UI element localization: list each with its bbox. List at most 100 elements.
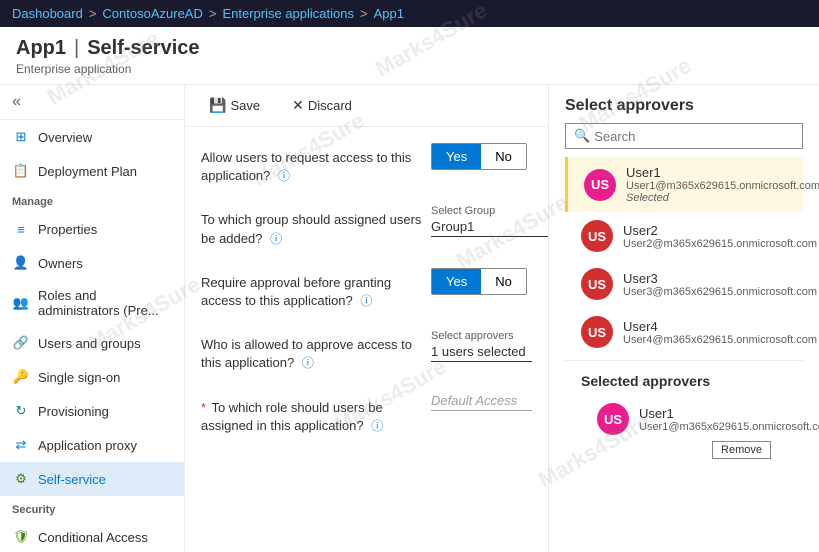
info-icon-allow-access[interactable]: ⓘ <box>278 169 290 183</box>
select-approvers-section: Select approvers 🔍 US User1 User1@m365x6… <box>549 85 819 475</box>
sidebar-item-provisioning[interactable]: ↻ Provisioning <box>0 394 184 428</box>
info-icon-approval[interactable]: ⓘ <box>360 294 372 308</box>
app-name: App1 <box>16 37 66 60</box>
breadcrumb-dashboard[interactable]: Dashoboard <box>12 6 83 21</box>
shield-icon: 🛡 <box>12 528 30 546</box>
sidebar-item-self-service[interactable]: ⚙ Self-service <box>0 462 184 496</box>
user3-info: User3 User3@m365x629615.onmicrosoft.com <box>623 271 817 298</box>
form-row-approvers: Who is allowed to approve access to this… <box>201 330 532 372</box>
form-area: 💾 Save ✕ Discard Allow users to request … <box>185 85 549 552</box>
page-header: App1 | Self-service Enterprise applicati… <box>0 27 819 85</box>
sidebar-label-sso: Single sign-on <box>38 370 120 385</box>
breadcrumb: Dashoboard > ContosoAzureAD > Enterprise… <box>0 0 819 27</box>
form-control-approvers[interactable]: Select approvers 1 users selected <box>431 330 532 362</box>
info-icon-group[interactable]: ⓘ <box>270 232 282 246</box>
select-group-label: Select Group <box>431 205 549 217</box>
discard-button[interactable]: ✕ Discard <box>284 93 360 118</box>
people-icon: 👥 <box>12 294 30 312</box>
selected-approvers-title: Selected approvers <box>581 373 787 389</box>
form-label-require-approval: Require approval before granting access … <box>201 268 431 310</box>
key-icon: 🔑 <box>12 368 30 386</box>
user-item-user2[interactable]: US User2 User2@m365x629615.onmicrosoft.c… <box>565 212 803 260</box>
user4-info: User4 User4@m365x629615.onmicrosoft.com <box>623 319 817 346</box>
user-item-user4[interactable]: US User4 User4@m365x629615.onmicrosoft.c… <box>565 308 803 356</box>
sidebar-item-properties[interactable]: ≡ Properties <box>0 212 184 246</box>
sidebar-item-owners[interactable]: 👤 Owners <box>0 246 184 280</box>
allow-access-toggle[interactable]: Yes No <box>431 143 527 170</box>
group-icon: 🔗 <box>12 334 30 352</box>
breadcrumb-tenant[interactable]: ContosoAzureAD <box>102 6 202 21</box>
sidebar-item-sso[interactable]: 🔑 Single sign-on <box>0 360 184 394</box>
sidebar-item-conditional-access[interactable]: 🛡 Conditional Access <box>0 520 184 552</box>
allow-access-no[interactable]: No <box>481 144 526 169</box>
require-approval-yes[interactable]: Yes <box>432 269 481 294</box>
form-row-allow-access: Allow users to request access to this ap… <box>201 143 532 185</box>
book-icon: 📋 <box>12 162 30 180</box>
require-approval-no[interactable]: No <box>481 269 526 294</box>
form-control-role[interactable]: Default Access <box>431 393 532 411</box>
sidebar-label-conditional-access: Conditional Access <box>38 530 148 545</box>
save-icon: 💾 <box>209 97 226 114</box>
sidebar-section-security: Security <box>0 496 184 520</box>
sidebar-label-roles: Roles and administrators (Pre... <box>38 288 172 318</box>
default-access-value[interactable]: Default Access <box>431 393 532 411</box>
selected-approvers-section: Selected approvers US User1 User1@m365x6… <box>565 365 803 463</box>
discard-icon: ✕ <box>292 97 304 114</box>
user1-email: User1@m365x629615.onmicrosoft.com <box>626 180 819 192</box>
form-row-group: To which group should assigned users be … <box>201 205 532 247</box>
form-row-require-approval: Require approval before granting access … <box>201 268 532 310</box>
right-panel: Select approvers 🔍 US User1 User1@m365x6… <box>549 85 819 552</box>
user-item-user1[interactable]: US User1 User1@m365x629615.onmicrosoft.c… <box>565 157 803 212</box>
sidebar-label-overview: Overview <box>38 130 92 145</box>
search-box[interactable]: 🔍 <box>565 123 803 149</box>
selfservice-icon: ⚙ <box>12 470 30 488</box>
selected-user1-name: User1 <box>639 406 819 421</box>
form-label-role: * To which role should users be assigned… <box>201 393 431 435</box>
sidebar-item-overview[interactable]: ⊞ Overview <box>0 120 184 154</box>
sidebar-item-deployment-plan[interactable]: 📋 Deployment Plan <box>0 154 184 188</box>
select-group-value[interactable]: Group1 <box>431 219 549 237</box>
person-icon: 👤 <box>12 254 30 272</box>
sidebar-item-users-groups[interactable]: 🔗 Users and groups <box>0 326 184 360</box>
require-approval-toggle[interactable]: Yes No <box>431 268 527 295</box>
grid-icon: ⊞ <box>12 128 30 146</box>
sidebar-collapse-button[interactable]: « <box>0 85 184 120</box>
search-input[interactable] <box>594 129 794 144</box>
user4-name: User4 <box>623 319 817 334</box>
selected-user-item-user1: US User1 User1@m365x629615.onmicrosoft.c… <box>581 397 787 441</box>
toolbar: 💾 Save ✕ Discard <box>185 85 548 127</box>
allow-access-yes[interactable]: Yes <box>432 144 481 169</box>
list-icon: ≡ <box>12 220 30 238</box>
selected-user1-info: User1 User1@m365x629615.onmicrosoft.com <box>639 406 819 433</box>
form-label-allow-access: Allow users to request access to this ap… <box>201 143 431 185</box>
entity-type: Enterprise application <box>16 62 803 76</box>
sidebar-label-owners: Owners <box>38 256 83 271</box>
approvers-info-value[interactable]: 1 users selected <box>431 344 532 362</box>
sidebar-item-app-proxy[interactable]: ⇄ Application proxy <box>0 428 184 462</box>
user2-name: User2 <box>623 223 817 238</box>
breadcrumb-enterprise-apps[interactable]: Enterprise applications <box>222 6 354 21</box>
select-approvers-title: Select approvers <box>565 97 803 115</box>
user1-name: User1 <box>626 165 819 180</box>
form-row-role: * To which role should users be assigned… <box>201 393 532 435</box>
save-button[interactable]: 💾 Save <box>201 93 268 118</box>
selected-user1-email: User1@m365x629615.onmicrosoft.com <box>639 421 819 433</box>
info-icon-role[interactable]: ⓘ <box>371 419 383 433</box>
sync-icon: ↻ <box>12 402 30 420</box>
user1-selected-label: Selected <box>626 192 819 204</box>
form-control-group[interactable]: Select Group Group1 <box>431 205 549 237</box>
breadcrumb-current[interactable]: App1 <box>374 6 404 21</box>
sidebar-label-app-proxy: Application proxy <box>38 438 137 453</box>
user-item-user3[interactable]: US User3 User3@m365x629615.onmicrosoft.c… <box>565 260 803 308</box>
form-label-approvers: Who is allowed to approve access to this… <box>201 330 431 372</box>
info-icon-approvers[interactable]: ⓘ <box>302 356 314 370</box>
user2-email: User2@m365x629615.onmicrosoft.com <box>623 238 817 250</box>
section-divider <box>565 360 803 361</box>
approvers-info-label: Select approvers <box>431 330 532 342</box>
sidebar-item-roles-administrators[interactable]: 👥 Roles and administrators (Pre... <box>0 280 184 326</box>
user1-info: User1 User1@m365x629615.onmicrosoft.com … <box>626 165 819 204</box>
user3-avatar: US <box>581 268 613 300</box>
sidebar-label-properties: Properties <box>38 222 97 237</box>
required-star: * <box>201 400 206 415</box>
remove-user1-button[interactable]: Remove <box>712 441 771 459</box>
